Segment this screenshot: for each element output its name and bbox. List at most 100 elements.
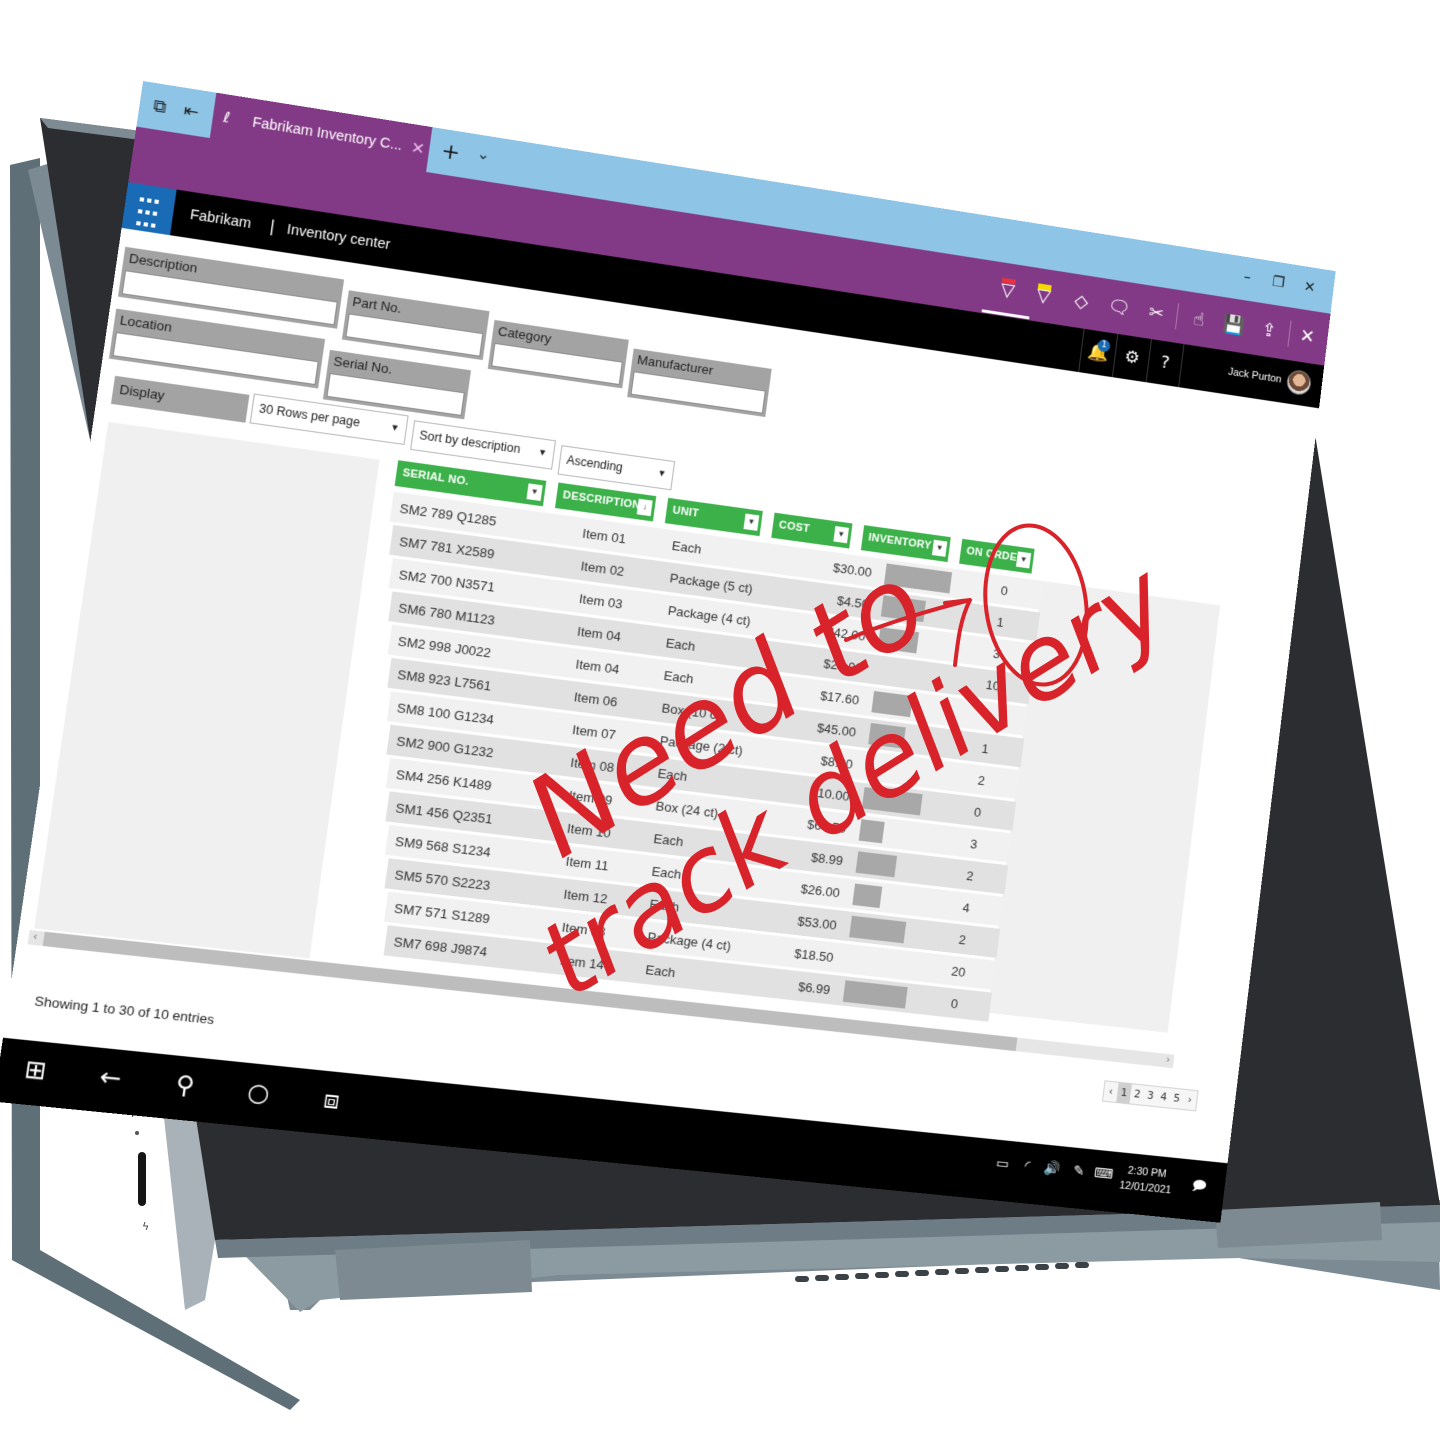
inventory-level-bar bbox=[848, 915, 907, 944]
sort-order-select[interactable]: Ascending ▼ bbox=[557, 445, 676, 491]
search-icon[interactable]: ⚲ bbox=[162, 1069, 208, 1102]
cell-description: Item 02 bbox=[579, 557, 626, 579]
exit-ink-button[interactable]: ✕ bbox=[1293, 322, 1322, 352]
cortana-icon[interactable]: ○ bbox=[236, 1076, 282, 1109]
notifications-icon[interactable]: 🔔 1 bbox=[1078, 328, 1118, 378]
cell-cost: $30.00 bbox=[832, 559, 873, 580]
windows-start-icon[interactable]: ⊞ bbox=[12, 1054, 59, 1087]
cell-description: Item 06 bbox=[573, 688, 619, 710]
cell-cost: $18.50 bbox=[793, 945, 835, 965]
column-header-inventory[interactable]: INVENTORY ▼ bbox=[860, 525, 951, 563]
cell-on-order: 2 bbox=[965, 867, 975, 884]
inventory-level-bar bbox=[842, 980, 908, 1009]
volume-icon[interactable]: 🔊 bbox=[1041, 1160, 1064, 1178]
cell-description: Item 04 bbox=[574, 656, 621, 677]
filter-dropdown-icon[interactable]: ▼ bbox=[1015, 551, 1032, 569]
cell-cost: $20.00 bbox=[822, 655, 864, 676]
action-center-icon[interactable]: 🗩 bbox=[1187, 1175, 1210, 1200]
pen-workspace-icon[interactable]: ✎ bbox=[1067, 1163, 1090, 1181]
scroll-right-icon[interactable]: › bbox=[1162, 1053, 1175, 1067]
tab-previews-icon[interactable]: ⧉ bbox=[147, 94, 173, 119]
clip-button[interactable]: ✂ bbox=[1141, 298, 1170, 328]
gear-icon[interactable]: ⚙ bbox=[1111, 333, 1151, 383]
user-name[interactable]: Jack Purton bbox=[1227, 366, 1282, 385]
filter-dropdown-icon[interactable]: ▼ bbox=[526, 483, 543, 501]
close-tab-icon[interactable]: ✕ bbox=[406, 137, 431, 159]
app-launcher-icon[interactable] bbox=[121, 182, 177, 236]
inventory-level-bar bbox=[880, 595, 926, 623]
minimize-button[interactable]: – bbox=[1235, 267, 1259, 287]
sort-by-value: Sort by description bbox=[418, 428, 522, 457]
window-close-button[interactable]: ✕ bbox=[1298, 277, 1322, 297]
cell-on-order: 0 bbox=[999, 582, 1009, 598]
cell-on-order: 1 bbox=[996, 614, 1005, 630]
ballpoint-pen-button[interactable]: ▽ bbox=[993, 275, 1023, 306]
cell-description: Item 03 bbox=[578, 590, 624, 612]
battery-icon[interactable]: ▭ bbox=[991, 1155, 1014, 1173]
add-note-button[interactable]: 🗨 bbox=[1104, 292, 1133, 322]
cell-on-order: 2 bbox=[957, 931, 967, 947]
cell-unit: Each bbox=[662, 667, 695, 686]
back-arrow-icon[interactable]: ← bbox=[87, 1061, 134, 1094]
eraser-button[interactable]: ◇ bbox=[1066, 286, 1096, 316]
restore-button[interactable]: ❐ bbox=[1267, 272, 1291, 292]
cell-on-order: 1 bbox=[980, 740, 990, 756]
inventory-level-bar bbox=[855, 851, 897, 878]
inventory-grid: SERIAL NO. ▼ DESCRIPTION ↓ UNIT ▼ COST ▼ INV… bbox=[329, 460, 1048, 1024]
cell-cost: $10.00 bbox=[809, 784, 851, 804]
filter-dropdown-icon[interactable]: ▼ bbox=[931, 539, 948, 557]
wifi-icon[interactable]: ◜ bbox=[1016, 1157, 1039, 1175]
cell-on-order: 4 bbox=[961, 899, 971, 915]
signature-icon: ℓ bbox=[222, 108, 232, 127]
touch-writing-button[interactable]: ☝ bbox=[1184, 305, 1213, 335]
cell-cost: $67.50 bbox=[806, 816, 848, 836]
cell-description: Item 12 bbox=[562, 886, 609, 906]
display-label: Display bbox=[110, 375, 250, 423]
chevron-down-icon: ▼ bbox=[389, 422, 401, 434]
set-tabs-aside-icon[interactable]: ⇤ bbox=[178, 99, 204, 124]
cell-description: Item 07 bbox=[571, 721, 617, 742]
filter-dropdown-icon[interactable]: ▼ bbox=[833, 526, 849, 544]
module-name[interactable]: Inventory center bbox=[286, 221, 391, 252]
new-tab-button[interactable]: + bbox=[438, 138, 464, 166]
cell-cost: $8.00 bbox=[820, 752, 854, 772]
cell-cost: $42.00 bbox=[825, 623, 867, 644]
brand-name[interactable]: Fabrikam bbox=[189, 206, 252, 231]
left-side-panel bbox=[34, 421, 380, 959]
inventory-level-bar bbox=[852, 883, 883, 909]
save-ink-button[interactable]: 💾 bbox=[1219, 310, 1248, 340]
cell-unit: Package (5 ct) bbox=[669, 570, 754, 596]
notification-badge: 1 bbox=[1097, 338, 1111, 353]
cell-description: Item 14 bbox=[559, 952, 606, 972]
cell-on-order: 3 bbox=[969, 835, 979, 852]
system-clock[interactable]: 2:30 PM 12/01/2021 bbox=[1118, 1162, 1174, 1198]
highlighter-button[interactable]: ▽ bbox=[1029, 280, 1059, 310]
filter-dropdown-icon[interactable]: ▼ bbox=[743, 513, 760, 531]
cell-cost: $26.00 bbox=[800, 880, 841, 900]
chevron-down-icon: ▼ bbox=[537, 446, 548, 458]
sort-by-select[interactable]: Sort by description ▼ bbox=[410, 420, 557, 470]
sort-ascending-icon[interactable]: ↓ bbox=[636, 498, 653, 517]
inventory-level-bar bbox=[864, 755, 868, 777]
cell-cost: $6.99 bbox=[797, 978, 832, 997]
toolbar-separator bbox=[1174, 303, 1180, 330]
avatar[interactable] bbox=[1285, 368, 1313, 397]
display: ⧉ ⇤ ℓ Fabrikam Inventory C... ✕ + ⌄ – ❐ … bbox=[0, 81, 1336, 1223]
task-view-icon[interactable]: ⧈ bbox=[309, 1084, 355, 1117]
help-icon[interactable]: ? bbox=[1145, 339, 1185, 388]
manufacturer-filter: Manufacturer bbox=[627, 348, 772, 418]
scroll-left-icon[interactable]: ‹ bbox=[28, 929, 43, 944]
column-header-cost[interactable]: COST ▼ bbox=[771, 512, 853, 549]
cell-inventory bbox=[839, 943, 924, 981]
touch-keyboard-icon[interactable]: ⌨ bbox=[1092, 1165, 1115, 1183]
column-header-on-order[interactable]: ON ORDER ▼ bbox=[959, 538, 1035, 574]
share-button[interactable]: ⇪ bbox=[1254, 316, 1283, 346]
cell-unit: Each bbox=[671, 537, 703, 557]
tab-list-button[interactable]: ⌄ bbox=[471, 144, 496, 165]
cell-description: Item 13 bbox=[561, 919, 607, 939]
cell-on-order: 0 bbox=[973, 804, 983, 820]
cell-cost: $17.60 bbox=[819, 687, 861, 708]
category-filter: Category bbox=[487, 319, 629, 389]
cell-unit: Each bbox=[664, 634, 697, 654]
next-page-button[interactable]: › bbox=[1182, 1089, 1198, 1111]
